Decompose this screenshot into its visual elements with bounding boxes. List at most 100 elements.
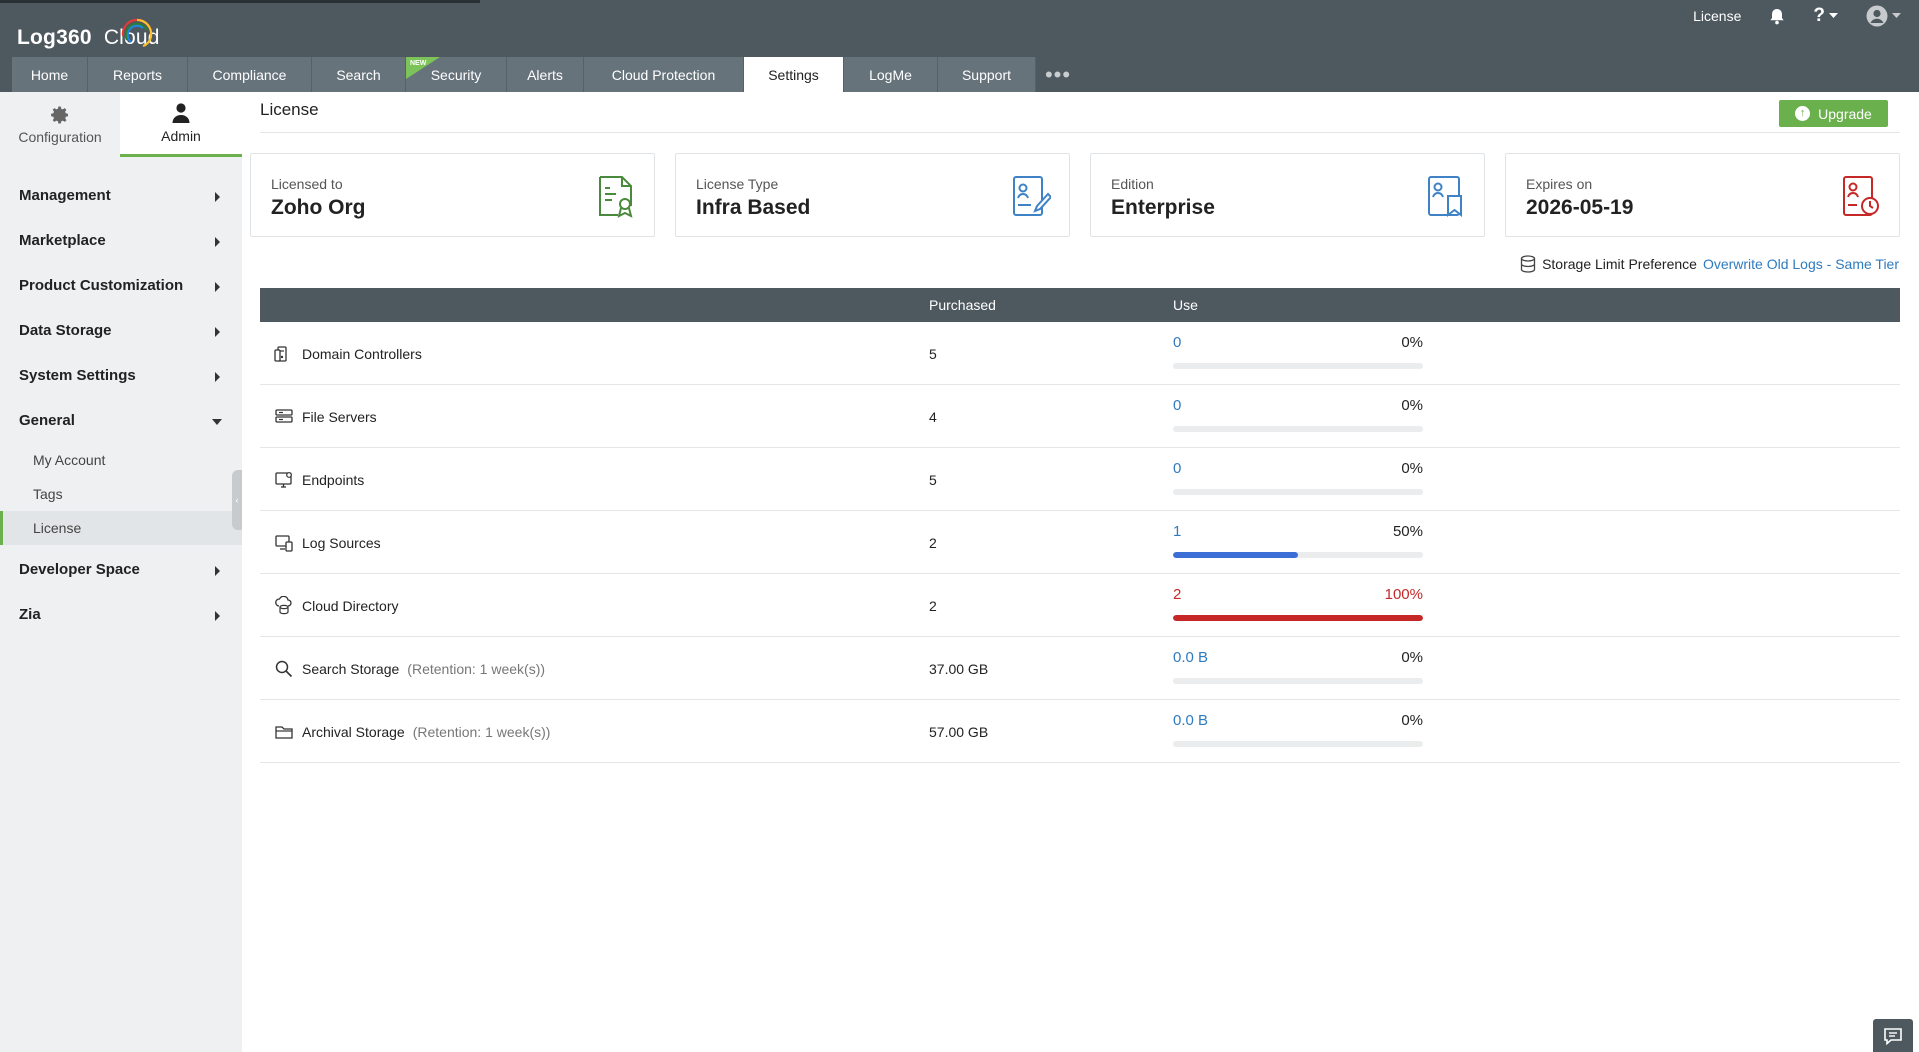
user-circle-icon [1866, 5, 1888, 27]
usage-progress-bar [1173, 678, 1423, 684]
row-purchased: 5 [929, 346, 937, 362]
license-link[interactable]: License [1693, 8, 1741, 24]
row-used-percent: 100% [1384, 586, 1423, 603]
card-licensed-to: Licensed to Zoho Org [250, 153, 655, 237]
tab-label: Alerts [527, 66, 563, 83]
bell-icon[interactable] [1769, 8, 1785, 25]
sidebar-item-zia[interactable]: Zia [0, 592, 242, 637]
row-used-percent: 0% [1401, 397, 1423, 414]
sidebar-item-label: System Settings [19, 367, 136, 384]
row-name: Endpoints [302, 472, 365, 488]
caret-down-icon [212, 419, 222, 425]
storage-pref-link[interactable]: Overwrite Old Logs - Same Tier [1703, 256, 1899, 272]
row-used-link[interactable]: 0.0 B [1173, 712, 1208, 729]
tab-label: Home [30, 66, 69, 83]
row-name-cell: Search Storage (Retention: 1 week(s)) [274, 659, 545, 679]
tab-compliance[interactable]: Compliance [188, 57, 312, 92]
tab-label: Reports [112, 66, 163, 83]
tab-cloud-protection[interactable]: Cloud Protection [584, 57, 744, 92]
sidebar-subitem-label: License [33, 520, 82, 536]
tab-label: Support [961, 66, 1012, 83]
card-value: Infra Based [696, 196, 811, 219]
sidebar-item-marketplace[interactable]: Marketplace [0, 218, 242, 263]
table-body: Domain Controllers 5 0 0% File Servers 4 0 0% En… [260, 322, 1900, 763]
title-divider [260, 132, 1900, 133]
tab-settings[interactable]: Settings [744, 57, 844, 92]
sidebar-item-developer-space[interactable]: Developer Space [0, 547, 242, 592]
sidebar-item-product-customization[interactable]: Product Customization [0, 263, 242, 308]
chat-icon [1884, 1027, 1902, 1045]
row-name: Search Storage [302, 661, 400, 677]
caret-right-icon [215, 282, 220, 292]
upgrade-button[interactable]: ↑ Upgrade [1779, 100, 1888, 127]
logo-arc-icon [121, 18, 153, 48]
sidebar-subitem-label: My Account [33, 452, 106, 468]
monitor-icon [275, 472, 292, 488]
card-value: Enterprise [1111, 196, 1215, 219]
tab-admin[interactable]: Admin [120, 92, 242, 157]
row-name: Cloud Directory [302, 598, 399, 614]
sidebar-subitem-tags[interactable]: Tags [0, 477, 242, 511]
license-table: Purchased Use Domain Controllers 5 0 0% File… [260, 288, 1900, 763]
usage-progress-bar [1173, 552, 1423, 558]
usage-progress-fill [1173, 552, 1298, 558]
row-used-link[interactable]: 2 [1173, 586, 1181, 603]
chat-button[interactable] [1873, 1019, 1913, 1052]
column-header-purchased: Purchased [929, 297, 996, 313]
tab-reports[interactable]: Reports [88, 57, 188, 92]
user-menu[interactable] [1866, 5, 1901, 27]
row-used-percent: 0% [1401, 334, 1423, 351]
tab-label: Search [336, 66, 381, 83]
help-menu[interactable]: ? [1813, 5, 1838, 27]
sidebar-item-general[interactable]: General [0, 398, 242, 443]
row-used-link[interactable]: 1 [1173, 523, 1181, 540]
tab-support[interactable]: Support [938, 57, 1036, 92]
tab-configuration-label: Configuration [18, 128, 102, 145]
row-purchased: 5 [929, 472, 937, 488]
caret-right-icon [215, 327, 220, 337]
more-tabs-icon[interactable]: ••• [1036, 57, 1080, 92]
table-row: File Servers 4 0 0% [260, 385, 1900, 448]
table-header: Purchased Use [260, 288, 1900, 322]
row-used-link[interactable]: 0 [1173, 460, 1181, 477]
row-name: File Servers [302, 409, 377, 425]
row-used-link[interactable]: 0.0 B [1173, 649, 1208, 666]
tab-search[interactable]: Search [312, 57, 406, 92]
tab-home[interactable]: Home [12, 57, 88, 92]
tab-alerts[interactable]: Alerts [507, 57, 584, 92]
tab-label: Compliance [212, 66, 287, 83]
top-header: Log360 Cloud License ? Home Reports Compli… [0, 0, 1919, 92]
card-label: License Type [696, 176, 779, 192]
usage-progress-bar [1173, 489, 1423, 495]
id-card-brush-icon [1013, 176, 1051, 216]
card-label: Expires on [1526, 176, 1593, 192]
sidebar-subitem-my-account[interactable]: My Account [0, 443, 242, 477]
top-accent-line [0, 0, 480, 3]
row-used-link[interactable]: 0 [1173, 397, 1181, 414]
sidebar-subitem-license[interactable]: License [0, 511, 242, 545]
sidebar: Configuration Admin Management Marketpla… [0, 92, 242, 1052]
sidebar-item-label: Marketplace [19, 232, 106, 249]
row-used-link[interactable]: 0 [1173, 334, 1181, 351]
table-row: Endpoints 5 0 0% [260, 448, 1900, 511]
tab-logme[interactable]: LogMe [844, 57, 938, 92]
tab-configuration[interactable]: Configuration [0, 92, 120, 157]
row-retention: (Retention: 1 week(s)) [412, 724, 551, 740]
tab-admin-label: Admin [161, 128, 201, 144]
database-icon [1520, 255, 1536, 273]
sidebar-item-label: Zia [19, 606, 41, 623]
sidebar-item-label: Management [19, 187, 111, 204]
tab-security[interactable]: NEW Security [406, 57, 507, 92]
caret-right-icon [215, 611, 220, 621]
tab-label: Settings [768, 66, 819, 83]
caret-right-icon [215, 192, 220, 202]
certificate-icon [599, 176, 633, 218]
sidebar-collapse-handle[interactable]: ‹ [232, 470, 242, 530]
page-title: License [260, 100, 319, 119]
row-name: Archival Storage [302, 724, 405, 740]
row-used-percent: 0% [1401, 460, 1423, 477]
sidebar-item-system-settings[interactable]: System Settings [0, 353, 242, 398]
sidebar-item-data-storage[interactable]: Data Storage [0, 308, 242, 353]
sidebar-item-management[interactable]: Management [0, 173, 242, 218]
user-icon [172, 103, 190, 123]
